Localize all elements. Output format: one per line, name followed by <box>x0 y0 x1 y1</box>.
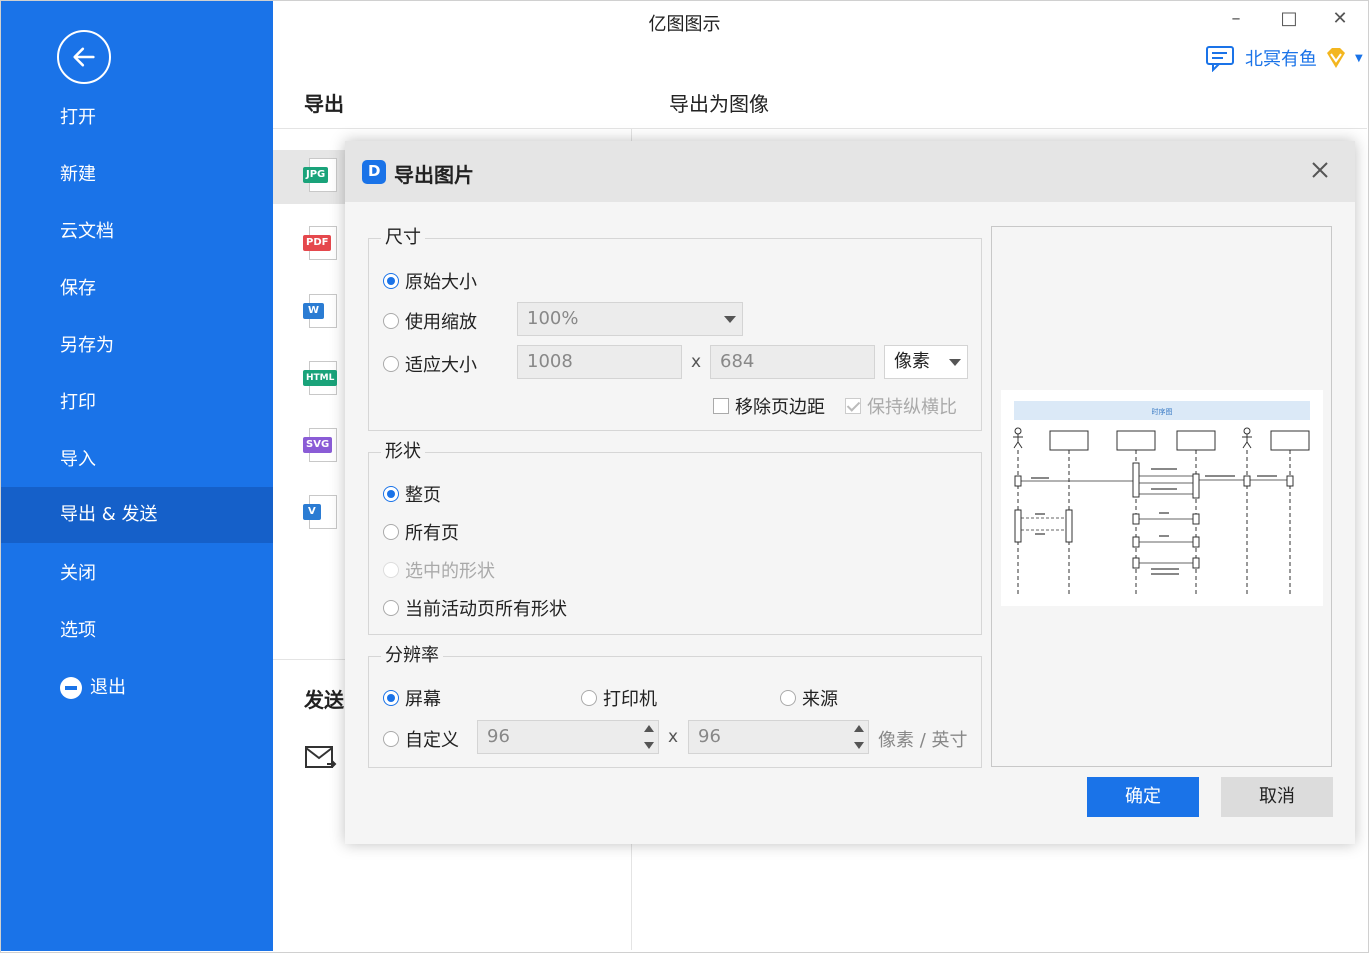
chevron-down-icon[interactable] <box>854 742 864 749</box>
group-title: 形状 <box>381 437 425 463</box>
jpg-format-icon[interactable]: JPG <box>303 158 339 194</box>
screen-radio[interactable]: 屏幕 <box>383 685 441 711</box>
selected-shapes-radio[interactable]: 选中的形状 <box>383 557 495 583</box>
group-title: 分辨率 <box>381 641 443 667</box>
chevron-up-icon[interactable] <box>644 725 654 732</box>
back-button[interactable] <box>57 30 111 84</box>
sidebar: 打开 新建 云文档 保存 另存为 打印 导入 导出 & 发送 关闭 选项 退出 <box>1 1 273 951</box>
sidebar-item-label: 云文档 <box>60 221 114 242</box>
sidebar-item-label: 选项 <box>60 620 96 641</box>
sidebar-item-label: 导出 & 发送 <box>60 504 158 525</box>
arrow-left-icon <box>73 47 95 67</box>
preview-diagram-title: 时序图 <box>1152 407 1173 416</box>
preview-image: 时序图 <box>1001 390 1323 606</box>
user-name: 北冥有鱼 <box>1245 49 1317 70</box>
exit-icon <box>60 677 82 699</box>
chat-icon <box>1206 46 1234 72</box>
sidebar-item-label: 打开 <box>60 107 96 128</box>
sidebar-item-save[interactable]: 保存 <box>1 261 273 317</box>
shape-group: 形状 整页 所有页 选中的形状 当前活动页所有形状 <box>368 437 982 635</box>
html-format-icon[interactable]: HTML <box>303 361 339 397</box>
sidebar-item-label: 关闭 <box>60 563 96 584</box>
original-size-radio[interactable]: 原始大小 <box>383 268 477 294</box>
chevron-down-icon <box>949 359 961 366</box>
size-group: 尺寸 原始大小 使用缩放 100% 适应大小 1008 x 684 像素 移除页… <box>368 223 982 431</box>
chevron-down-icon: ▼ <box>1355 52 1363 64</box>
source-radio[interactable]: 来源 <box>780 685 838 711</box>
group-title: 尺寸 <box>381 223 425 249</box>
sidebar-item-export-send[interactable]: 导出 & 发送 <box>1 487 273 543</box>
sidebar-item-open[interactable]: 打开 <box>1 90 273 146</box>
sidebar-item-exit[interactable]: 退出 <box>1 660 273 716</box>
chevron-down-icon <box>724 316 736 323</box>
resolution-group: 分辨率 屏幕 打印机 来源 自定义 96 x 96 像素 / 英寸 <box>368 641 982 768</box>
fit-size-radio[interactable]: 适应大小 <box>383 351 477 377</box>
ok-button[interactable]: 确定 <box>1087 777 1199 817</box>
sidebar-item-label: 另存为 <box>60 335 114 356</box>
remove-margin-checkbox[interactable]: 移除页边距 <box>713 393 825 419</box>
sidebar-item-print[interactable]: 打印 <box>1 375 273 431</box>
sidebar-item-new[interactable]: 新建 <box>1 147 273 203</box>
height-input[interactable]: 684 <box>710 345 875 379</box>
mail-send-icon[interactable] <box>305 745 337 771</box>
dialog-header: 导出图片 <box>345 141 1355 202</box>
sidebar-item-label: 导入 <box>60 449 96 470</box>
close-icon[interactable] <box>1309 159 1331 181</box>
use-scale-radio[interactable]: 使用缩放 <box>383 308 477 334</box>
sidebar-item-label: 打印 <box>60 392 96 413</box>
dpi-x-stepper[interactable]: 96 <box>477 720 659 754</box>
divider <box>273 128 1367 129</box>
sidebar-item-cloud-docs[interactable]: 云文档 <box>1 204 273 260</box>
printer-radio[interactable]: 打印机 <box>581 685 657 711</box>
sidebar-item-import[interactable]: 导入 <box>1 432 273 488</box>
preview-panel: 时序图 <box>991 226 1332 767</box>
send-heading: 发送 <box>304 688 344 712</box>
current-page-shapes-radio[interactable]: 当前活动页所有形状 <box>383 595 567 621</box>
sequence-diagram-thumbnail: 时序图 <box>1013 401 1310 595</box>
all-pages-radio[interactable]: 所有页 <box>383 519 459 545</box>
unit-dropdown[interactable]: 像素 <box>884 345 968 379</box>
sidebar-item-label: 保存 <box>60 278 96 299</box>
whole-page-radio[interactable]: 整页 <box>383 481 441 507</box>
svg-format-icon[interactable]: SVG <box>303 428 339 464</box>
sidebar-item-save-as[interactable]: 另存为 <box>1 318 273 374</box>
times-label: x <box>691 352 702 372</box>
keep-ratio-checkbox[interactable]: 保持纵横比 <box>845 393 957 419</box>
chevron-up-icon[interactable] <box>854 725 864 732</box>
width-input[interactable]: 1008 <box>517 345 682 379</box>
cancel-button[interactable]: 取消 <box>1221 777 1333 817</box>
minimize-button[interactable]: – <box>1221 8 1251 29</box>
word-format-icon[interactable]: W <box>303 294 339 330</box>
vip-diamond-icon <box>1327 48 1345 68</box>
chevron-down-icon[interactable] <box>644 742 654 749</box>
sidebar-item-label: 新建 <box>60 164 96 185</box>
maximize-button[interactable]: □ <box>1274 8 1304 29</box>
sidebar-item-close[interactable]: 关闭 <box>1 546 273 602</box>
app-title: 亿图图示 <box>648 14 721 35</box>
export-image-dialog: 导出图片 尺寸 原始大小 使用缩放 100% 适应大小 1008 x 684 像… <box>345 141 1355 844</box>
app-logo-icon <box>362 160 386 184</box>
user-menu[interactable]: 北冥有鱼 ▼ <box>1205 44 1363 72</box>
pdf-format-icon[interactable]: PDF <box>303 226 339 262</box>
custom-radio[interactable]: 自定义 <box>383 726 459 752</box>
times-label: x <box>668 727 679 747</box>
dialog-title: 导出图片 <box>394 163 474 187</box>
dpi-y-stepper[interactable]: 96 <box>688 720 869 754</box>
visio-format-icon[interactable]: V <box>303 495 339 531</box>
export-image-heading: 导出为图像 <box>669 92 769 116</box>
export-heading: 导出 <box>304 92 344 116</box>
sidebar-item-options[interactable]: 选项 <box>1 603 273 659</box>
close-window-button[interactable]: ✕ <box>1325 8 1355 29</box>
sidebar-item-label: 退出 <box>90 677 126 698</box>
scale-dropdown[interactable]: 100% <box>517 302 743 336</box>
dpi-unit-label: 像素 / 英寸 <box>878 730 968 751</box>
